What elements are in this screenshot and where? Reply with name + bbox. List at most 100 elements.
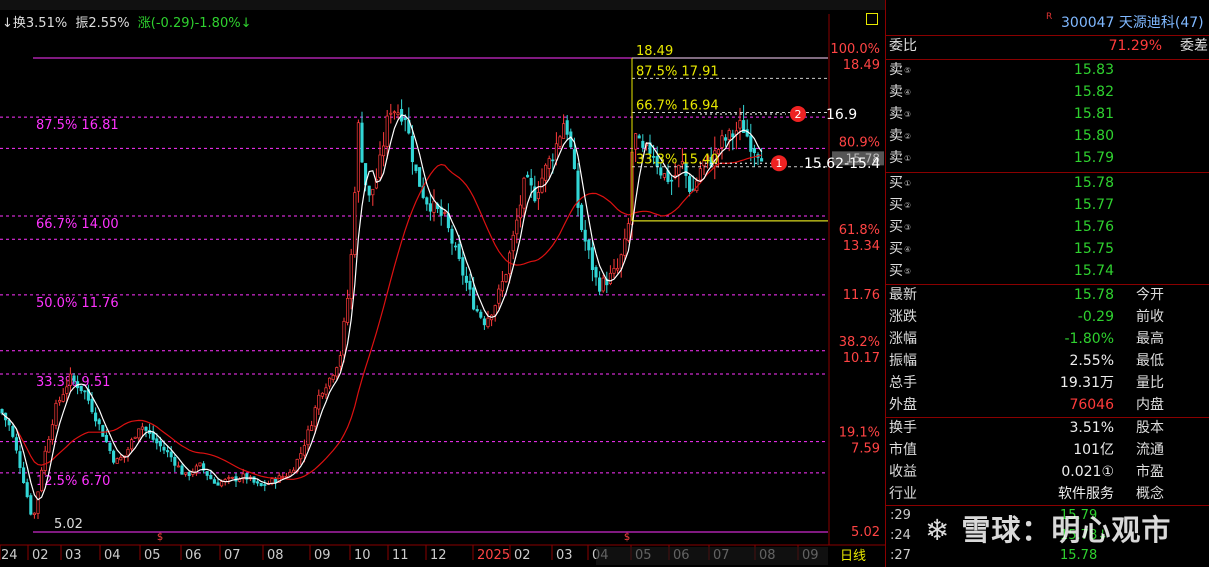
ask-level: ④ bbox=[904, 88, 912, 97]
r-mark: R bbox=[1046, 12, 1053, 22]
stat-label: 市值 bbox=[889, 442, 917, 458]
candle-body bbox=[72, 375, 76, 382]
candle-body bbox=[342, 320, 346, 356]
candle-body bbox=[562, 123, 566, 139]
candle-body bbox=[36, 491, 40, 514]
stat-label-2: 最高 bbox=[1136, 331, 1164, 347]
x-tick-label: 04 bbox=[104, 548, 121, 563]
price-axis-label: 61.8% bbox=[839, 223, 880, 238]
candle-body bbox=[565, 120, 569, 135]
candle-body bbox=[338, 355, 342, 367]
candle-body bbox=[698, 168, 702, 181]
price-axis-label: 19.1% bbox=[839, 426, 880, 441]
candle-body bbox=[479, 311, 483, 318]
stat-row: 市值 101亿 流通 bbox=[886, 440, 1209, 461]
ask-row: 卖④ 15.82 bbox=[886, 82, 1209, 103]
candle-body bbox=[464, 275, 468, 283]
candle-body bbox=[29, 495, 33, 515]
stat-label-2: 最低 bbox=[1136, 353, 1164, 369]
candle-body bbox=[18, 451, 22, 468]
stat-label-2: 今开 bbox=[1136, 287, 1164, 303]
x-tick-label: 2025 bbox=[477, 548, 510, 563]
candle-body bbox=[472, 287, 476, 310]
candle-body bbox=[187, 471, 191, 477]
ask-label: 卖④ bbox=[889, 84, 912, 100]
candle-body bbox=[58, 400, 62, 403]
x-tick-label: 10 bbox=[354, 548, 371, 563]
annotation-marker-number: 1 bbox=[776, 157, 783, 170]
candle-body bbox=[540, 177, 544, 193]
stat-row: 涨幅 -1.80% 最高 bbox=[886, 329, 1209, 350]
candle-body bbox=[396, 112, 400, 116]
candle-body bbox=[101, 425, 105, 437]
candle-body bbox=[378, 154, 382, 178]
bid-row: 买① 15.78 bbox=[886, 173, 1209, 194]
candle-body bbox=[115, 458, 119, 464]
weibi-value: 71.29% bbox=[1108, 38, 1162, 54]
candle-body bbox=[97, 419, 101, 425]
inner-fib-label: 87.5% 17.91 bbox=[636, 64, 719, 79]
quote-panel: R 300047 天源迪科(47) 委比 71.29% 委差 卖⑤ 15.83 卖④… bbox=[885, 0, 1209, 567]
low-price-label: 5.02 bbox=[54, 517, 83, 532]
candle-body bbox=[83, 390, 87, 393]
x-tick-label: 02 bbox=[32, 548, 49, 563]
ask-label: 卖① bbox=[889, 150, 912, 166]
stat-label-2: 前收 bbox=[1136, 309, 1164, 325]
candle-body bbox=[220, 481, 224, 487]
stat-label: 振幅 bbox=[889, 353, 917, 369]
stat-value: 19.31万 bbox=[1059, 375, 1114, 391]
candle-body bbox=[371, 188, 375, 196]
candle-body bbox=[580, 204, 584, 231]
bid-label: 买⑤ bbox=[889, 263, 912, 279]
candle-body bbox=[670, 179, 674, 182]
stat-value: 软件服务 bbox=[1058, 486, 1114, 502]
stat-row: 最新 15.78 今开 bbox=[886, 285, 1209, 306]
candle-body bbox=[335, 367, 339, 377]
candle-body bbox=[749, 135, 753, 152]
stock-code-name[interactable]: 300047 天源迪科(47) bbox=[1061, 12, 1204, 32]
candle-body bbox=[306, 429, 310, 446]
x-tick-label: 02 bbox=[514, 548, 531, 563]
candle-body bbox=[414, 164, 418, 171]
candle-body bbox=[382, 145, 386, 157]
candle-body bbox=[310, 425, 314, 431]
candle-body bbox=[367, 185, 371, 196]
candle-body bbox=[752, 148, 756, 154]
candle-body bbox=[572, 149, 576, 170]
stat-row: 换手 3.51% 股本 bbox=[886, 418, 1209, 439]
bid-level: ⑤ bbox=[904, 267, 912, 276]
ask-label: 卖② bbox=[889, 128, 912, 144]
candle-body bbox=[731, 133, 735, 138]
candle-body bbox=[317, 394, 321, 410]
fib-label: 66.7% 14.00 bbox=[36, 217, 119, 232]
candle-body bbox=[443, 212, 447, 214]
period-label: 日线 bbox=[840, 549, 866, 564]
stat-row: 总手 19.31万 量比 bbox=[886, 373, 1209, 394]
candle-body bbox=[432, 200, 436, 213]
ask-price: 15.80 bbox=[1073, 128, 1114, 144]
candle-body bbox=[50, 424, 54, 441]
candle-body bbox=[486, 317, 490, 328]
bid-label: 买① bbox=[889, 175, 912, 191]
candle-body bbox=[389, 112, 393, 115]
ask-row: 卖③ 15.81 bbox=[886, 104, 1209, 125]
stat-label: 收益 bbox=[889, 464, 917, 480]
candle-body bbox=[551, 159, 555, 162]
candlestick-chart[interactable]: 87.5% 16.8166.7% 14.0050.0% 11.7633.3% 9… bbox=[0, 0, 885, 567]
candle-body bbox=[302, 445, 306, 456]
kline-chart-panel[interactable]: ↓换3.51% 振2.55% 涨(-0.29)-1.80%↓ 87.5% 16.… bbox=[0, 0, 885, 567]
candle-body bbox=[119, 456, 123, 461]
candle-body bbox=[68, 373, 72, 386]
inner-fib-label: 18.49 bbox=[636, 44, 673, 59]
event-marker: $ bbox=[157, 532, 163, 543]
candle-body bbox=[641, 140, 645, 148]
candle-body bbox=[328, 377, 332, 387]
stat-value: 76046 bbox=[1069, 397, 1114, 413]
stat-label: 涨跌 bbox=[889, 309, 917, 325]
candle-body bbox=[612, 267, 616, 274]
candle-body bbox=[385, 115, 389, 147]
tick-time: :29 bbox=[890, 508, 911, 523]
stat-row: 涨跌 -0.29 前收 bbox=[886, 307, 1209, 328]
candle-body bbox=[529, 177, 533, 186]
stat-value: 3.51% bbox=[1069, 420, 1114, 436]
